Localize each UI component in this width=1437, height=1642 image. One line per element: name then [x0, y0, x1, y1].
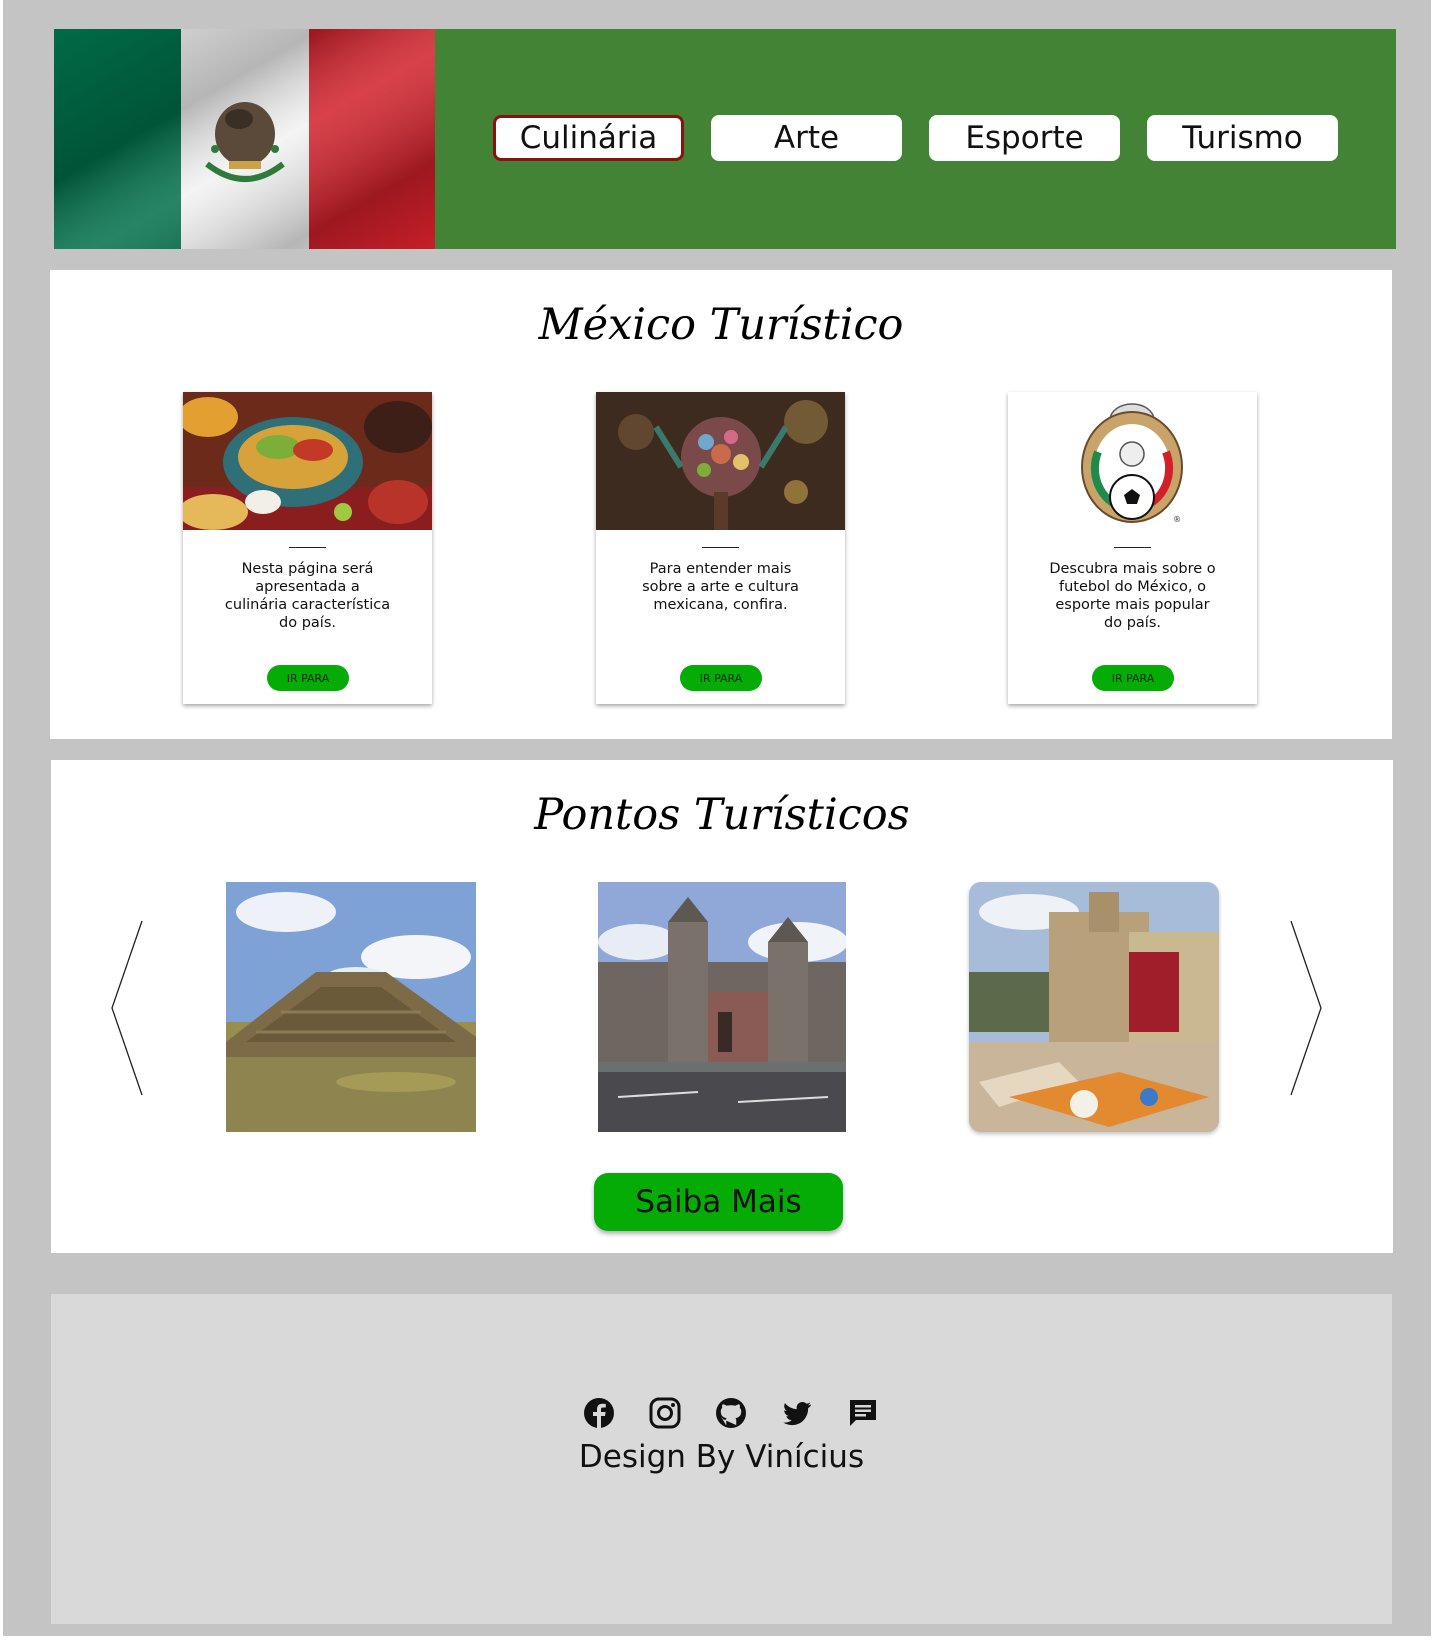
- twitter-icon[interactable]: [780, 1396, 814, 1430]
- intro-section: México Turístico Nesta página será apres…: [50, 270, 1392, 739]
- mexico-flag: [54, 29, 435, 249]
- cathedral-photo: [598, 882, 846, 1132]
- saiba-mais-button[interactable]: Saiba Mais: [594, 1173, 843, 1231]
- nav-arte-button[interactable]: Arte: [711, 115, 902, 161]
- card-description: Para entender mais sobre a arte e cultur…: [642, 561, 799, 613]
- card-divider: [702, 547, 739, 548]
- intro-title: México Turístico: [538, 300, 904, 350]
- nav-turismo-button[interactable]: Turismo: [1147, 115, 1338, 161]
- church-square-photo: [969, 882, 1219, 1132]
- food-photo: [183, 392, 432, 530]
- message-icon[interactable]: [846, 1396, 880, 1430]
- page-frame: Culinária Arte Esporte Turismo México Tu…: [3, 0, 1431, 1636]
- carousel-next-arrow[interactable]: [1287, 920, 1323, 1096]
- instagram-icon[interactable]: [648, 1396, 682, 1430]
- nav-esporte-button[interactable]: Esporte: [929, 115, 1120, 161]
- card-arte: Para entender mais sobre a arte e cultur…: [596, 392, 845, 704]
- card-description: Descubra mais sobre o futebol do México,…: [1049, 561, 1216, 631]
- svg-text:®: ®: [1173, 515, 1181, 524]
- footer: Design By Vinícius: [51, 1294, 1392, 1624]
- header: Culinária Arte Esporte Turismo: [54, 29, 1396, 249]
- football-crest-image: ®: [1008, 392, 1257, 530]
- card-culinaria: Nesta página será apresentada a culinári…: [183, 392, 432, 704]
- card-esporte: ® Descubra mais sobre o futebol do Méxic…: [1008, 392, 1257, 704]
- card-description: Nesta página será apresentada a culinári…: [224, 561, 391, 631]
- pyramid-photo: [226, 882, 476, 1132]
- card-go-button[interactable]: IR PARA: [1092, 665, 1174, 691]
- tourism-title: Pontos Turísticos: [534, 790, 910, 840]
- nav-culinaria-button[interactable]: Culinária: [493, 115, 684, 161]
- card-go-button[interactable]: IR PARA: [680, 665, 762, 691]
- card-go-button[interactable]: IR PARA: [267, 665, 349, 691]
- card-divider: [289, 547, 326, 548]
- facebook-icon[interactable]: [582, 1396, 616, 1430]
- card-divider: [1114, 547, 1151, 548]
- design-credit: Design By Vinícius: [578, 1439, 865, 1475]
- tourism-section: Pontos Turísticos Saiba Mais: [51, 760, 1393, 1253]
- github-icon[interactable]: [714, 1396, 748, 1430]
- carousel-prev-arrow[interactable]: [111, 920, 147, 1096]
- art-photo: [596, 392, 845, 530]
